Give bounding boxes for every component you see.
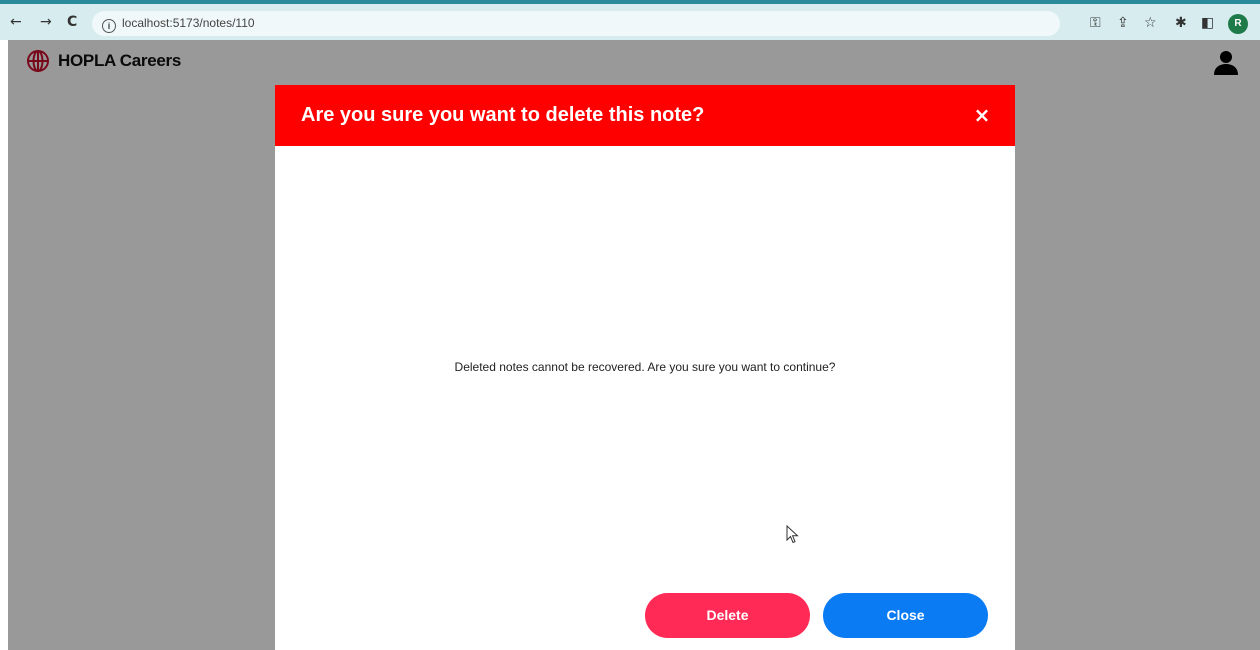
modal-title: Are you sure you want to delete this not… bbox=[301, 104, 705, 126]
site-info-icon[interactable]: i bbox=[102, 19, 116, 33]
mouse-cursor-icon bbox=[786, 525, 799, 544]
close-icon[interactable]: × bbox=[972, 105, 992, 125]
modal-message: Deleted notes cannot be recovered. Are y… bbox=[454, 360, 836, 374]
close-button[interactable]: Close bbox=[823, 593, 988, 638]
side-panel-icon[interactable]: ◧ bbox=[1201, 15, 1214, 31]
delete-confirm-modal: Are you sure you want to delete this not… bbox=[275, 85, 1015, 650]
reload-icon[interactable]: C bbox=[67, 14, 77, 30]
address-bar[interactable]: i localhost:5173/notes/110 bbox=[92, 11, 1060, 36]
key-icon[interactable]: ⚿ bbox=[1090, 15, 1101, 31]
url-text: localhost:5173/notes/110 bbox=[122, 16, 255, 30]
share-icon[interactable]: ⇪ bbox=[1117, 15, 1129, 31]
browser-toolbar: ← → C i localhost:5173/notes/110 ⚿ ⇪ ☆ ✱ … bbox=[0, 0, 1260, 40]
extensions-icon[interactable]: ✱ bbox=[1175, 15, 1187, 31]
profile-avatar[interactable]: R bbox=[1228, 14, 1248, 34]
modal-header: Are you sure you want to delete this not… bbox=[275, 85, 1015, 146]
back-icon[interactable]: ← bbox=[10, 14, 22, 30]
delete-button[interactable]: Delete bbox=[645, 593, 810, 638]
star-icon[interactable]: ☆ bbox=[1144, 15, 1157, 31]
forward-icon[interactable]: → bbox=[40, 14, 52, 30]
